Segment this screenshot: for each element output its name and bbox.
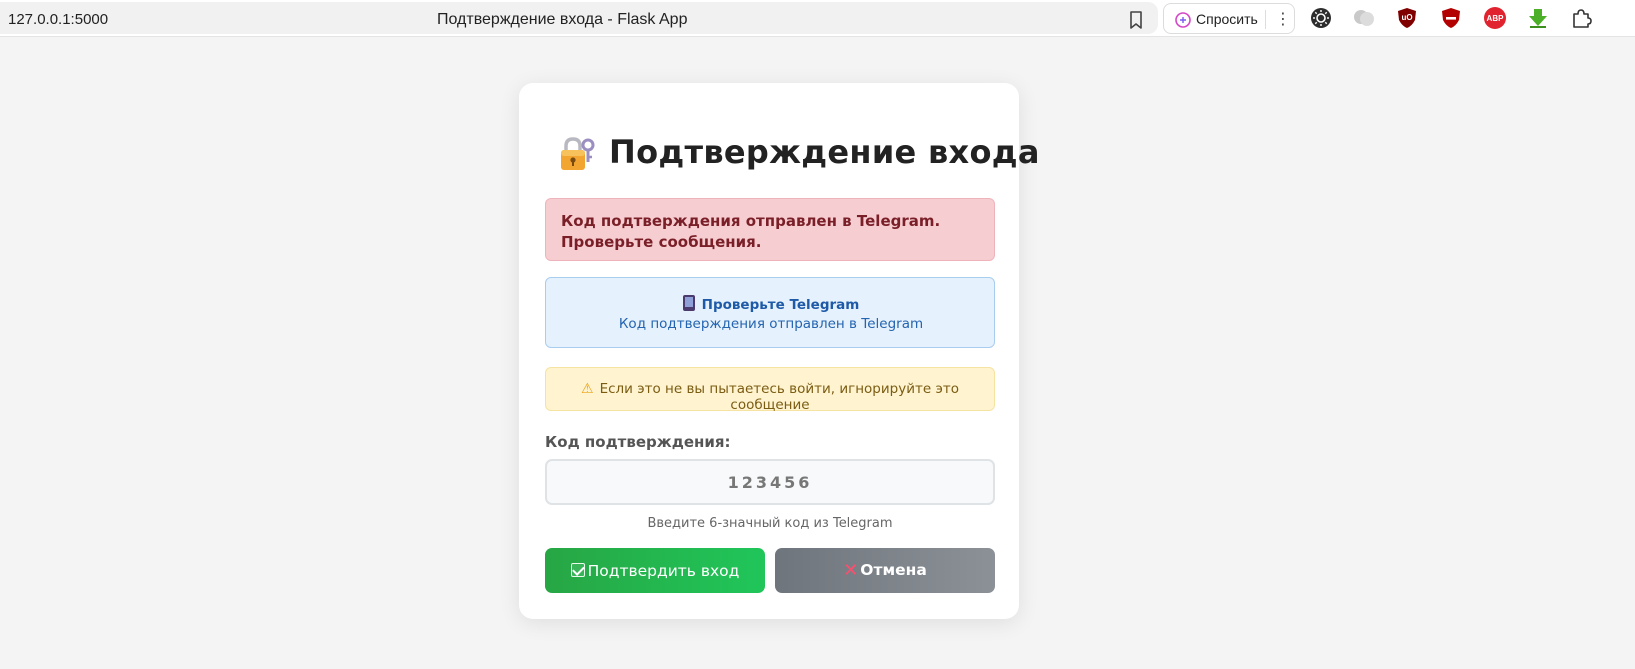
flash-alert: Код подтверждения отправлен в Telegram. … — [545, 198, 995, 261]
warning-text: Если это не вы пытаетесь войти, игнориру… — [599, 381, 959, 413]
ublock-icon[interactable]: uO — [1396, 7, 1418, 29]
download-arrow-icon[interactable] — [1527, 7, 1549, 29]
ask-button[interactable]: Спросить ⋮ — [1163, 3, 1295, 34]
confirm-login-card: Подтверждение входа Код подтверждения от… — [519, 83, 1039, 619]
card-header: Подтверждение входа — [557, 131, 1039, 177]
url-text[interactable]: 127.0.0.1:5000 — [8, 11, 108, 28]
shield-block-icon[interactable] — [1440, 7, 1462, 29]
check-mark-icon — [570, 562, 585, 577]
ai-chat-icon — [1175, 12, 1191, 28]
abp-text: ABP — [1486, 14, 1504, 23]
cancel-button-label: Отмена — [860, 561, 927, 579]
sun-icon[interactable] — [1310, 7, 1332, 29]
adblock-plus-icon[interactable]: ABP — [1484, 7, 1506, 29]
ublock-text: uO — [1401, 13, 1413, 22]
info-heading: Проверьте Telegram — [546, 295, 996, 313]
browser-toolbar: 127.0.0.1:5000 Подтверждение входа - Fla… — [0, 0, 1635, 37]
cross-icon: ✕ — [843, 560, 859, 581]
code-input[interactable] — [545, 459, 995, 505]
info-text: Код подтверждения отправлен в Telegram — [618, 316, 924, 332]
telegram-info-box: Проверьте Telegram Код подтверждения отп… — [545, 277, 995, 348]
code-hint: Введите 6-значный код из Telegram — [647, 516, 893, 531]
ask-separator — [1265, 10, 1266, 29]
more-menu-icon[interactable]: ⋮ — [1275, 9, 1291, 29]
puzzle-icon[interactable] — [1570, 7, 1592, 29]
mobile-phone-icon — [682, 295, 695, 311]
code-label: Код подтверждения: — [545, 433, 731, 451]
info-heading-text: Проверьте Telegram — [701, 297, 860, 313]
address-bar[interactable]: 127.0.0.1:5000 Подтверждение входа - Fla… — [0, 2, 1158, 34]
confirm-login-button[interactable]: Подтвердить вход — [545, 548, 765, 593]
page-title-text: Подтверждение входа - Flask App — [437, 11, 688, 28]
bookmark-icon[interactable] — [1127, 10, 1145, 30]
warning-box: ⚠ Если это не вы пытаетесь войти, игнорир… — [545, 367, 995, 413]
warning-icon: ⚠ — [581, 381, 594, 397]
page-title: Подтверждение входа — [609, 133, 1040, 171]
confirm-button-label: Подтвердить вход — [587, 561, 740, 580]
lock-with-key-icon — [561, 137, 595, 170]
cancel-button[interactable]: ✕ Отмена — [775, 548, 995, 593]
circles-icon[interactable] — [1353, 7, 1375, 29]
ask-button-label: Спросить — [1196, 11, 1258, 27]
